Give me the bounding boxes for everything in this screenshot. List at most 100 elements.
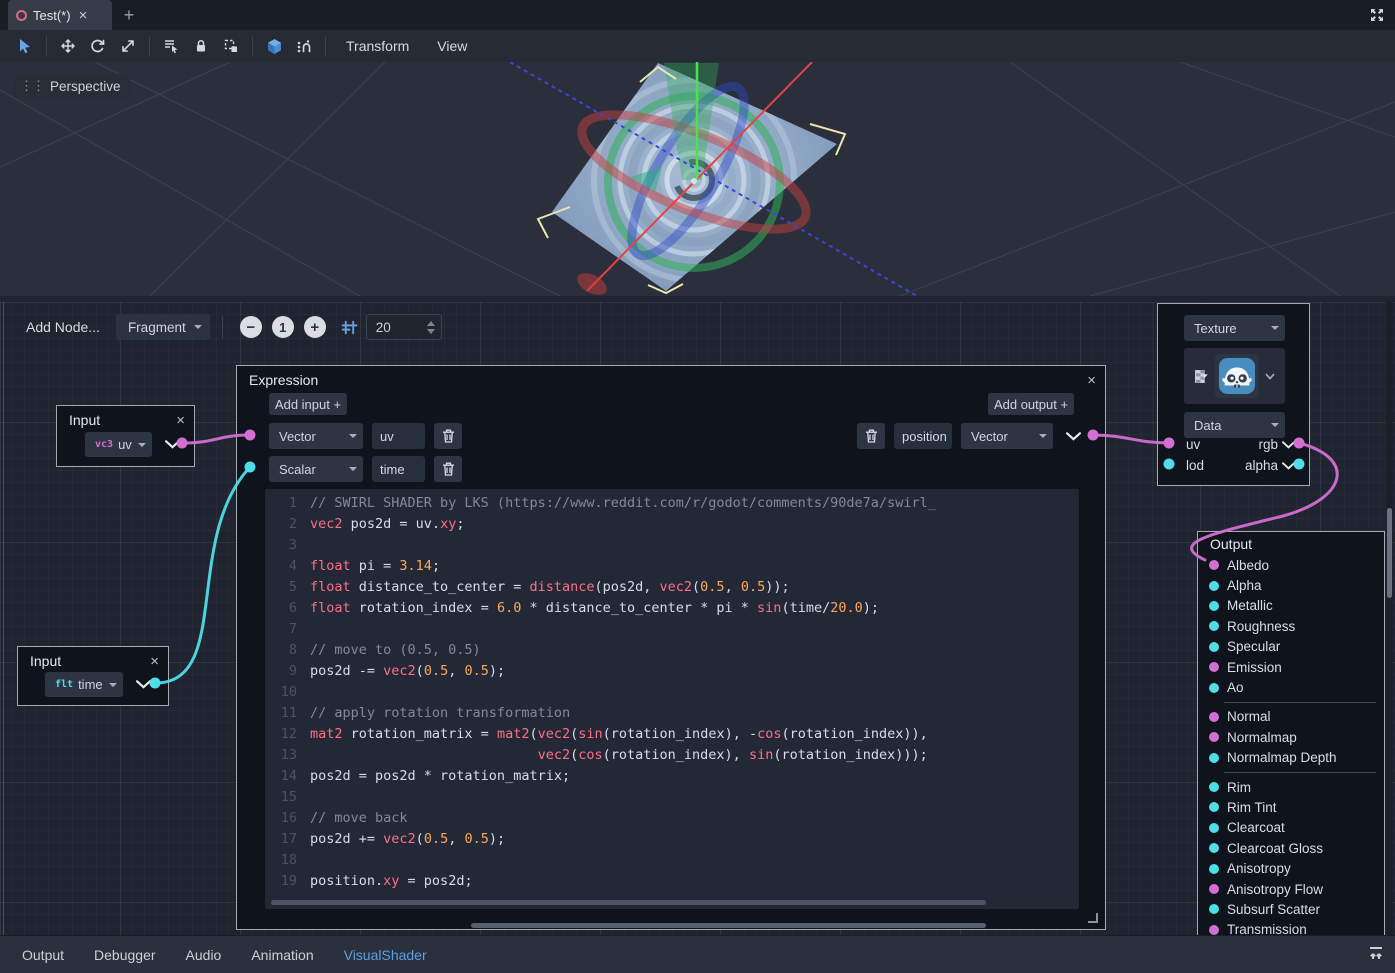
bottom-tab-output[interactable]: Output <box>8 941 78 969</box>
port-dot[interactable] <box>1209 732 1219 742</box>
move-mode-button[interactable] <box>53 33 83 59</box>
input-port-type-dropdown[interactable]: Scalar <box>269 456 363 482</box>
edit-texture-icon[interactable] <box>1194 369 1209 384</box>
node-resize-handle[interactable] <box>1088 913 1098 923</box>
code-hscrollbar[interactable] <box>271 900 986 905</box>
spin-down-icon[interactable] <box>427 329 435 334</box>
port-dot[interactable] <box>1209 662 1219 672</box>
code-line-11[interactable]: 11// apply rotation transformation <box>265 703 1079 724</box>
close-node-icon[interactable]: × <box>1087 373 1096 388</box>
bottom-tab-debugger[interactable]: Debugger <box>80 941 170 969</box>
scale-mode-button[interactable] <box>113 33 143 59</box>
port-dot[interactable] <box>1209 782 1219 792</box>
output-port-name-field[interactable]: position <box>894 423 952 449</box>
visualshader-graph[interactable]: Add Node... Fragment − 1 + 20 Input <box>0 302 1395 935</box>
port-dot[interactable] <box>1209 712 1219 722</box>
output-port-specular[interactable]: Specular <box>1198 637 1384 657</box>
port-dot[interactable] <box>1209 621 1219 631</box>
delete-input-button[interactable] <box>434 456 462 482</box>
bottom-tab-visualshader[interactable]: VisualShader <box>330 941 441 969</box>
group-button[interactable] <box>216 33 246 59</box>
code-line-10[interactable]: 10 <box>265 682 1079 703</box>
port-dot[interactable] <box>1209 823 1219 833</box>
panel-resize-handle[interactable] <box>3 302 4 935</box>
output-port-roughness[interactable]: Roughness <box>1198 616 1384 636</box>
port-dot[interactable] <box>1209 884 1219 894</box>
zoom-in-button[interactable]: + <box>304 316 326 338</box>
output-port-anisotropy[interactable]: Anisotropy <box>1198 858 1384 878</box>
close-node-icon[interactable]: × <box>150 654 159 669</box>
output-port-ao[interactable]: Ao <box>1198 677 1384 697</box>
port-dot[interactable] <box>1209 642 1219 652</box>
code-line-13[interactable]: 13 vec2(cos(rotation_index), sin(rotatio… <box>265 745 1079 766</box>
axis-gizmo[interactable] <box>510 62 917 296</box>
port-dot[interactable] <box>1209 560 1219 570</box>
list-select-button[interactable] <box>156 33 186 59</box>
shader-stage-dropdown[interactable]: Fragment <box>116 314 210 340</box>
port-dot[interactable] <box>1209 925 1219 935</box>
add-output-button[interactable]: Add output + <box>988 393 1074 415</box>
input-port-type-dropdown[interactable]: Vector <box>269 423 363 449</box>
transform-menu[interactable]: Transform <box>332 38 423 54</box>
output-port-albedo[interactable]: Albedo <box>1198 555 1384 575</box>
preview-toggle-chevron-icon[interactable] <box>165 440 180 449</box>
add-node-button[interactable]: Add Node... <box>16 315 110 339</box>
code-line-1[interactable]: 1// SWIRL SHADER by LKS (https://www.red… <box>265 493 1079 514</box>
port-dot[interactable] <box>1209 601 1219 611</box>
code-line-18[interactable]: 18 <box>265 850 1079 871</box>
input-port-name-field[interactable]: uv <box>372 423 425 449</box>
code-line-2[interactable]: 2vec2 pos2d = uv.xy; <box>265 514 1079 535</box>
spinbox-arrows[interactable] <box>427 321 435 334</box>
output-port-emission[interactable]: Emission <box>1198 657 1384 677</box>
node-expression[interactable]: Expression × Add input + Add output + Ve… <box>236 365 1106 930</box>
input-port-name-field[interactable]: time <box>372 456 425 482</box>
code-line-9[interactable]: 9pos2d -= vec2(0.5, 0.5); <box>265 661 1079 682</box>
graph-vscrollbar-thumb[interactable] <box>1387 508 1392 598</box>
input-type-dropdown[interactable]: vc3 uv <box>85 432 152 457</box>
code-line-5[interactable]: 5float distance_to_center = distance(pos… <box>265 577 1079 598</box>
output-port-normalmap[interactable]: Normalmap <box>1198 727 1384 747</box>
close-tab-icon[interactable]: × <box>79 8 88 23</box>
perspective-menu[interactable]: ⋮⋮ Perspective <box>14 74 131 98</box>
port-dot[interactable] <box>1209 581 1219 591</box>
expand-bottom-panel-button[interactable] <box>1367 944 1385 967</box>
code-line-4[interactable]: 4float pi = 3.14; <box>265 556 1079 577</box>
node-hscrollbar[interactable] <box>471 923 986 928</box>
output-port-anisotropy-flow[interactable]: Anisotropy Flow <box>1198 879 1384 899</box>
output-port-rim[interactable]: Rim <box>1198 777 1384 797</box>
rotate-mode-button[interactable] <box>83 33 113 59</box>
input-type-dropdown[interactable]: flt time <box>45 672 123 697</box>
output-port-metallic[interactable]: Metallic <box>1198 596 1384 616</box>
delete-input-button[interactable] <box>434 423 462 449</box>
output-port-subsurf-scatter[interactable]: Subsurf Scatter <box>1198 899 1384 919</box>
port-dot[interactable] <box>1209 843 1219 853</box>
zoom-out-button[interactable]: − <box>240 316 262 338</box>
new-scene-tab-button[interactable]: + <box>118 3 140 27</box>
node-input-time[interactable]: Input × flt time <box>17 646 169 706</box>
code-line-6[interactable]: 6float rotation_index = 6.0 * distance_t… <box>265 598 1079 619</box>
output-port-clearcoat-gloss[interactable]: Clearcoat Gloss <box>1198 838 1384 858</box>
output-port-normal[interactable]: Normal <box>1198 707 1384 727</box>
bottom-tab-audio[interactable]: Audio <box>172 941 236 969</box>
3d-viewport[interactable]: ⋮⋮ Perspective <box>0 62 1395 296</box>
code-line-7[interactable]: 7 <box>265 619 1079 640</box>
view-menu[interactable]: View <box>423 38 481 54</box>
code-line-3[interactable]: 3 <box>265 535 1079 556</box>
expression-code-editor[interactable]: 1// SWIRL SHADER by LKS (https://www.red… <box>265 489 1079 909</box>
code-line-12[interactable]: 12mat2 rotation_matrix = mat2(vec2(sin(r… <box>265 724 1079 745</box>
preview-toggle-chevron-icon[interactable] <box>136 680 151 689</box>
output-port-normalmap-depth[interactable]: Normalmap Depth <box>1198 748 1384 768</box>
port-dot[interactable] <box>1209 683 1219 693</box>
code-line-15[interactable]: 15 <box>265 787 1079 808</box>
snap-distance-spinbox[interactable]: 20 <box>366 314 442 340</box>
lock-button[interactable] <box>186 33 216 59</box>
spin-up-icon[interactable] <box>427 321 435 326</box>
port-dot[interactable] <box>1209 904 1219 914</box>
code-line-16[interactable]: 16// move back <box>265 808 1079 829</box>
output-port-clearcoat[interactable]: Clearcoat <box>1198 818 1384 838</box>
output-port-type-dropdown[interactable]: Vector <box>961 423 1053 449</box>
bottom-tab-animation[interactable]: Animation <box>237 941 327 969</box>
preview-toggle-chevron-icon[interactable] <box>1066 432 1081 441</box>
snap-button[interactable] <box>289 33 319 59</box>
scene-tab-test[interactable]: Test(*) × <box>8 0 112 30</box>
